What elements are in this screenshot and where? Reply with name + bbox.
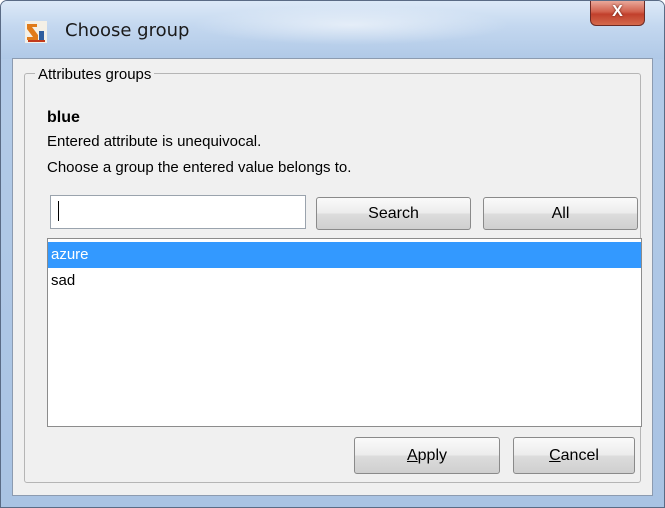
attributes-groups-legend: Attributes groups: [35, 66, 155, 83]
dialog-title: Choose group: [65, 20, 190, 41]
app-icon: [25, 21, 47, 43]
show-all-button[interactable]: All: [483, 197, 638, 230]
cancel-mnemonic: C: [549, 447, 561, 464]
text-cursor: [58, 201, 59, 221]
close-button[interactable]: X: [590, 1, 645, 26]
list-item-sad[interactable]: sad: [48, 268, 641, 294]
list-item-azure[interactable]: azure: [48, 242, 641, 268]
unequivocal-message: Entered attribute is unequivocal.: [47, 133, 262, 150]
cancel-button[interactable]: Cancel: [513, 437, 635, 474]
search-button[interactable]: Search: [316, 197, 471, 230]
title-bar-glow: [191, 5, 511, 45]
entered-value-title: blue: [47, 109, 80, 126]
search-input[interactable]: [50, 195, 306, 229]
close-icon: X: [612, 3, 623, 20]
groups-list[interactable]: azure sad: [47, 238, 642, 427]
title-bar[interactable]: Choose group X: [1, 1, 664, 59]
choose-group-instruction: Choose a group the entered value belongs…: [47, 159, 352, 176]
cancel-label: ancel: [560, 447, 599, 464]
apply-mnemonic: A: [406, 447, 418, 464]
apply-label: pply: [417, 447, 448, 464]
apply-button[interactable]: Apply: [354, 437, 500, 474]
